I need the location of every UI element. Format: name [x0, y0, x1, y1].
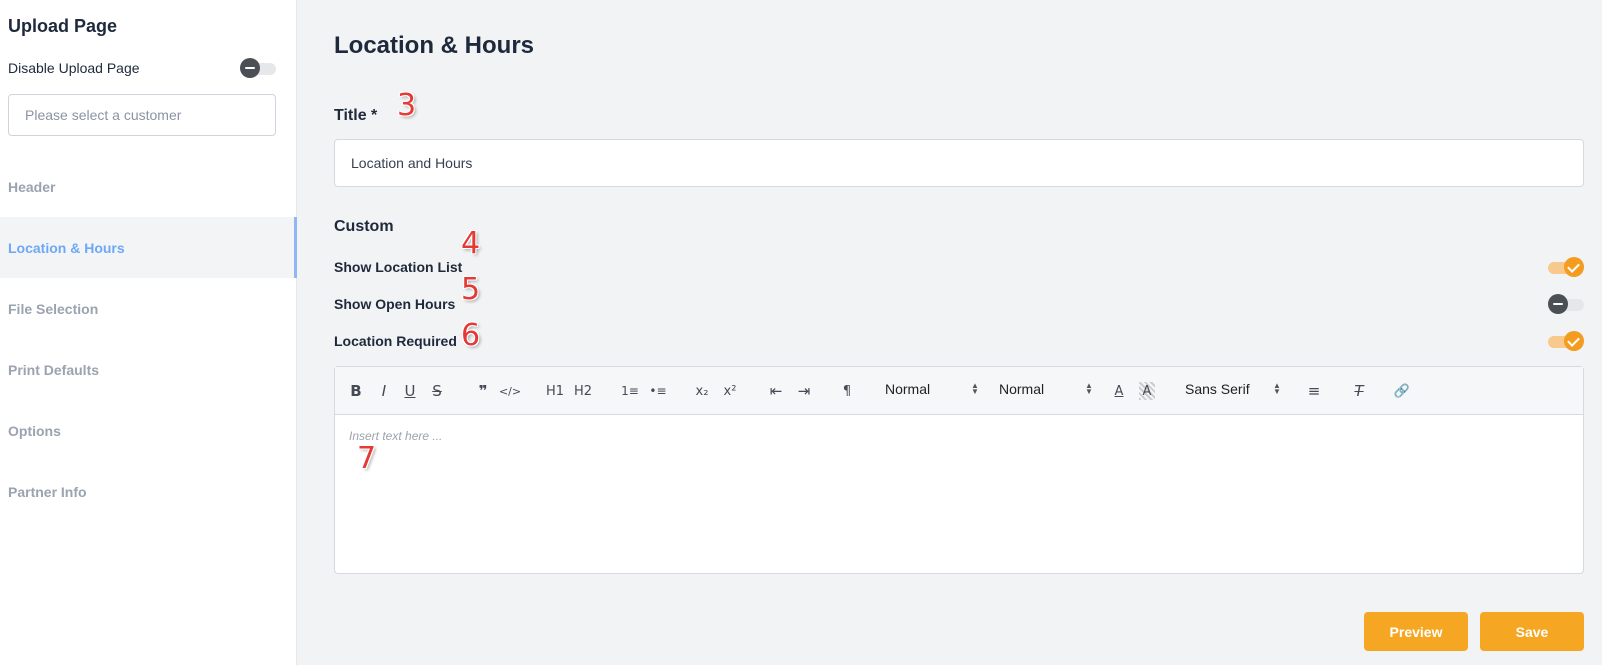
annotation-4: 4	[461, 226, 481, 261]
sidebar-title: Upload Page	[8, 16, 118, 36]
sidebar-item-partner-info[interactable]: Partner Info	[0, 461, 297, 522]
strike-button[interactable]: S	[430, 382, 444, 400]
select-arrows-icon: ▲ ▼	[1085, 381, 1093, 396]
title-field-label: Title *	[334, 107, 378, 124]
link-button[interactable]: 🔗	[1393, 382, 1411, 400]
clean-format-button[interactable]: T	[1351, 382, 1367, 400]
align-button[interactable]: ≡	[1305, 382, 1323, 400]
sidebar-item-print-defaults[interactable]: Print Defaults	[0, 339, 297, 400]
show-open-hours-toggle[interactable]	[1548, 294, 1584, 314]
annotation-3: 3	[397, 88, 417, 123]
editor-content[interactable]: Insert text here ...	[335, 415, 1583, 457]
annotation-7: 7	[357, 441, 377, 476]
customer-select[interactable]: Please select a customer	[8, 94, 276, 136]
header-select-value: Normal	[999, 381, 1045, 397]
ordered-list-button[interactable]: 1≡	[621, 382, 639, 400]
option-label: Location Required	[334, 333, 457, 349]
sidebar-item-location-hours[interactable]: Location & Hours	[0, 217, 297, 278]
header-select[interactable]: Normal ▲ ▼	[999, 381, 1095, 397]
indent-button[interactable]: ⇥	[795, 382, 813, 400]
location-required-toggle[interactable]	[1548, 331, 1584, 351]
code-button[interactable]: </>	[499, 382, 521, 400]
h2-button[interactable]: H2	[573, 382, 593, 400]
select-arrows-icon: ▲ ▼	[1273, 381, 1281, 396]
preview-button[interactable]: Preview	[1364, 612, 1468, 651]
font-select[interactable]: Sans Serif ▲ ▼	[1185, 381, 1281, 397]
sidebar-item-file-selection[interactable]: File Selection	[0, 278, 297, 339]
save-button[interactable]: Save	[1480, 612, 1584, 651]
font-select-value: Sans Serif	[1185, 381, 1250, 397]
option-show-location-list: Show Location List	[334, 256, 1584, 278]
disable-upload-row: Disable Upload Page	[8, 58, 276, 78]
annotation-5: 5	[461, 272, 481, 307]
option-label: Show Location List	[334, 259, 463, 275]
size-select[interactable]: Normal ▲ ▼	[885, 381, 981, 397]
underline-button[interactable]: U	[403, 382, 417, 400]
editor-toolbar: B I U S ❞ </> H1 H2 1≡ •≡ x₂ x² ⇤ ⇥ ¶ No…	[335, 367, 1583, 415]
size-select-value: Normal	[885, 381, 931, 397]
outdent-button[interactable]: ⇤	[767, 382, 785, 400]
bullet-list-button[interactable]: •≡	[649, 382, 667, 400]
custom-section-label: Custom	[334, 218, 394, 235]
blockquote-button[interactable]: ❞	[475, 382, 491, 400]
option-show-open-hours: Show Open Hours	[334, 293, 1584, 315]
subscript-button[interactable]: x₂	[693, 382, 711, 400]
page-title: Location & Hours	[334, 32, 535, 59]
sidebar-item-options[interactable]: Options	[0, 400, 297, 461]
disable-upload-label: Disable Upload Page	[8, 60, 140, 76]
sidebar-nav: Header Location & Hours File Selection P…	[0, 156, 297, 522]
rich-text-editor: B I U S ❞ </> H1 H2 1≡ •≡ x₂ x² ⇤ ⇥ ¶ No…	[334, 366, 1584, 574]
font-color-button[interactable]: A	[1111, 382, 1127, 400]
superscript-button[interactable]: x²	[721, 382, 739, 400]
disable-upload-toggle[interactable]	[240, 58, 276, 78]
bold-button[interactable]: B	[349, 382, 363, 400]
option-label: Show Open Hours	[334, 296, 456, 312]
text-direction-button[interactable]: ¶	[839, 382, 855, 400]
annotation-6: 6	[461, 318, 481, 353]
italic-button[interactable]: I	[377, 382, 391, 400]
select-arrows-icon: ▲ ▼	[971, 381, 979, 396]
background-color-button[interactable]: A	[1139, 382, 1155, 400]
sidebar: Upload Page Disable Upload Page Please s…	[0, 0, 297, 665]
sidebar-item-header[interactable]: Header	[0, 156, 297, 217]
show-location-list-toggle[interactable]	[1548, 257, 1584, 277]
option-location-required: Location Required	[334, 330, 1584, 352]
title-input[interactable]: Location and Hours	[334, 139, 1584, 187]
h1-button[interactable]: H1	[545, 382, 565, 400]
